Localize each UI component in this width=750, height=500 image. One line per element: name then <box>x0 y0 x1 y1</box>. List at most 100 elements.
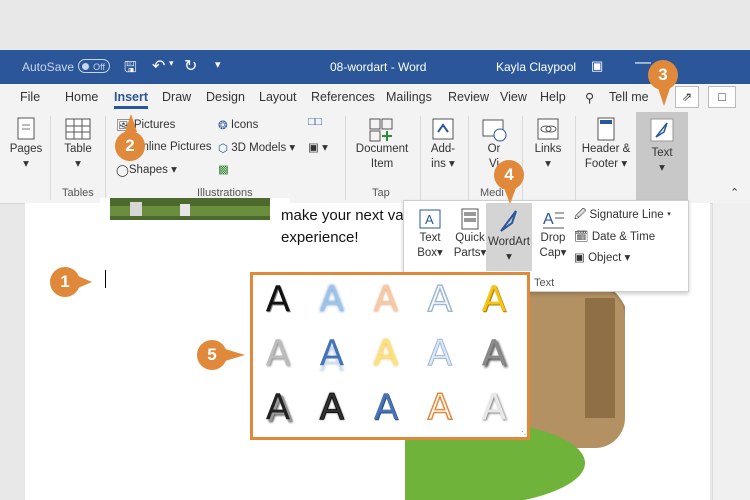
wordart-style-7[interactable]: A <box>313 335 351 373</box>
shapes-icon: ◯ <box>116 164 129 177</box>
comments-icon[interactable]: □ <box>708 86 736 108</box>
tab-file[interactable]: File <box>20 90 40 104</box>
table-button[interactable]: Table ▾ <box>58 116 98 172</box>
pages-icon <box>17 117 35 140</box>
tab-review[interactable]: Review <box>448 90 489 104</box>
save-icon[interactable]: 🖫 <box>124 57 137 82</box>
user-name[interactable]: Kayla Claypool <box>496 60 576 74</box>
body-text-line-2: experience! <box>281 229 359 246</box>
callout-5: 5 <box>197 340 227 370</box>
object-button[interactable]: ▣ Object ▾ <box>574 250 630 264</box>
chart-icon: □□ <box>308 116 322 128</box>
wordart-style-4[interactable]: A <box>421 280 459 320</box>
text-group-label: Text <box>534 277 555 289</box>
tab-mailings[interactable]: Mailings <box>386 90 432 104</box>
quick-parts-button[interactable]: Quick Parts▾ <box>450 207 490 261</box>
collapse-ribbon-icon[interactable]: ⌃ <box>730 186 739 199</box>
callout-4-pointer <box>504 188 516 204</box>
text-cursor <box>105 270 106 288</box>
wordart-gallery: A A A A A A A A A A A A A A A ⋱ <box>250 272 530 440</box>
tab-layout[interactable]: Layout <box>259 90 297 104</box>
3d-models-button[interactable]: ⬡ 3D Models ▾ <box>218 140 295 155</box>
add-ins-icon <box>432 118 454 140</box>
table-label: Table <box>64 143 92 155</box>
wordart-style-13[interactable]: A <box>367 389 405 427</box>
callout-3-pointer <box>658 88 670 106</box>
callout-5-pointer <box>225 349 245 361</box>
document-title: 08-wordart - Word <box>330 60 427 74</box>
document-picture <box>100 198 290 230</box>
undo-icon[interactable]: ↶ <box>152 56 165 76</box>
share-icon[interactable]: ⇗ <box>675 86 699 108</box>
wordart-style-2[interactable]: A <box>313 281 351 319</box>
ribbon-tabs: File Home Insert Draw Design Layout Refe… <box>0 84 750 110</box>
ribbon-display-icon[interactable]: ▣ <box>591 58 603 74</box>
screenshot-button[interactable]: ▣ ▾ <box>308 140 328 154</box>
object-icon: ▣ <box>574 252 585 264</box>
text-icon <box>650 118 674 142</box>
tab-insert[interactable]: Insert <box>114 90 149 109</box>
body-text-line-1: make your next va <box>281 207 404 224</box>
insert-ribbon: Pages▾ Table▾ Tables 🖼 Pictures 🌐 Online… <box>0 110 750 204</box>
drop-cap-button[interactable]: A Drop Cap▾ <box>534 207 572 261</box>
smartart-icon: ▩ <box>218 164 229 176</box>
wordart-style-11[interactable]: A <box>259 389 297 427</box>
document-item-button[interactable]: Document Item <box>352 116 412 172</box>
signature-line-button[interactable]: 🖉 Signature Line ▾ <box>574 207 671 226</box>
tab-home[interactable]: Home <box>65 90 98 104</box>
tell-me-search[interactable]: Tell me <box>609 90 649 104</box>
links-button[interactable]: Links ▾ <box>528 116 568 172</box>
redo-icon[interactable]: ↻ <box>184 56 197 76</box>
wordart-style-10[interactable]: A <box>475 335 513 373</box>
tab-help[interactable]: Help <box>540 90 566 104</box>
wordart-style-5[interactable]: A <box>475 281 513 319</box>
callout-1-pointer <box>78 276 92 288</box>
tab-references[interactable]: References <box>311 90 375 104</box>
wordart-style-15[interactable]: A <box>475 389 513 427</box>
cube-icon: ⬡ <box>218 142 229 155</box>
wordart-icon <box>500 210 517 232</box>
date-time-button[interactable]: 🗓 Date & Time <box>574 229 655 243</box>
undo-dropdown-icon[interactable]: ▾ <box>169 58 174 69</box>
pages-button[interactable]: Pages ▾ <box>8 116 44 172</box>
customize-toolbar-icon[interactable]: ▾ <box>215 58 221 71</box>
wordart-style-12[interactable]: A <box>313 388 351 427</box>
online-video-icon <box>482 119 507 142</box>
text-box-button[interactable]: A Text Box▾ <box>410 207 450 261</box>
callout-2: 2 <box>115 131 145 161</box>
shapes-button[interactable]: ◯Shapes ▾ <box>116 162 177 177</box>
icons-button[interactable]: ❂ Icons <box>218 118 258 132</box>
tab-draw[interactable]: Draw <box>162 90 191 104</box>
media-group-label: Medi <box>480 187 504 199</box>
wordart-style-3[interactable]: A <box>367 281 405 319</box>
wordart-style-6[interactable]: A <box>259 335 297 373</box>
add-ins-button[interactable]: Add-ins ▾ <box>424 116 462 172</box>
wordart-button[interactable]: WordArt ▾ <box>486 203 532 271</box>
smartart-button[interactable]: ▩ <box>218 162 229 176</box>
chart-button[interactable]: □□ <box>308 116 322 128</box>
tables-group-label: Tables <box>62 187 94 199</box>
autosave-toggle[interactable]: Off <box>78 59 110 73</box>
signature-icon: 🖉 <box>574 209 587 221</box>
tab-design[interactable]: Design <box>206 90 245 104</box>
wordart-style-8[interactable]: A <box>367 335 405 373</box>
icons-icon: ❂ <box>218 120 228 132</box>
vertical-scrollbar[interactable] <box>712 203 750 500</box>
wordart-style-14[interactable]: A <box>421 388 459 428</box>
document-item-icon <box>369 118 393 142</box>
tab-view[interactable]: View <box>500 90 527 104</box>
resize-handle-icon[interactable]: ⋱ <box>521 430 529 439</box>
body-text: make your next va experience! <box>281 205 404 249</box>
link-icon <box>537 118 559 140</box>
lightbulb-icon: ⚲ <box>585 91 595 105</box>
wordart-style-9[interactable]: A <box>421 334 459 373</box>
drop-cap-icon: A <box>543 211 564 229</box>
svg-text:A: A <box>425 212 434 227</box>
calendar-icon: 🗓 <box>574 231 589 243</box>
tap-group-label: Tap <box>372 187 390 199</box>
wordart-style-1[interactable]: A <box>259 281 297 319</box>
text-button[interactable]: Text ▾ <box>636 112 688 200</box>
header-footer-button[interactable]: Header & Footer ▾ <box>578 116 634 172</box>
header-footer-icon <box>597 117 615 141</box>
title-bar: AutoSave Off 🖫 ↶ ▾ ↻ ▾ 08-wordart - Word… <box>0 50 750 84</box>
